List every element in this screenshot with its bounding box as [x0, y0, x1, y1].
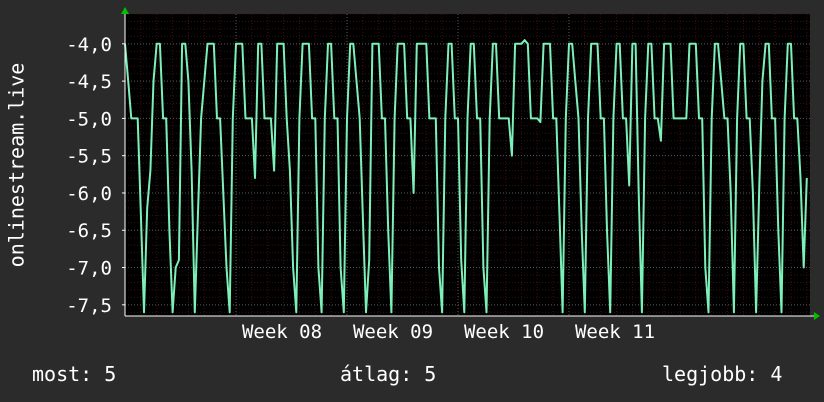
- y-tick-label: -4,5: [66, 71, 112, 93]
- y-tick-label: -5,5: [66, 146, 112, 168]
- y-tick-label: -5,0: [66, 108, 112, 130]
- y-tick-label: -7,0: [66, 258, 112, 280]
- y-tick-label: -6,5: [66, 220, 112, 242]
- current-value: most: 5: [32, 362, 117, 386]
- x-tick-label: Week 11: [575, 321, 655, 343]
- x-axis-arrow-icon: [814, 312, 820, 320]
- y-tick-label: -7,5: [66, 295, 112, 317]
- x-tick-label: Week 08: [242, 321, 322, 343]
- y-axis-label: onlinestream.live: [5, 63, 29, 268]
- x-tick-label: Week 10: [464, 321, 544, 343]
- chart-canvas: -4,0 -4,5 -5,0 -5,5 -6,0 -6,5 -7,0 -7,5 Week 08 W…: [5, 7, 820, 343]
- average-value: átlag: 5: [340, 362, 437, 386]
- x-tick-label: Week 09: [353, 321, 433, 343]
- y-axis-arrow-icon: [121, 7, 129, 14]
- y-tick-label: -6,0: [66, 183, 112, 205]
- max-value: legjobb: 4: [662, 362, 783, 386]
- y-tick-label: -4,0: [66, 34, 112, 56]
